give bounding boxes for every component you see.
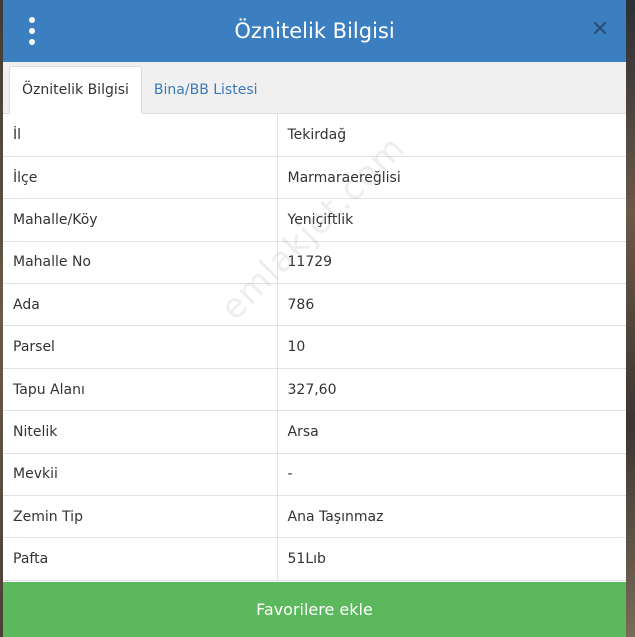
row-value: Marmaraereğlisi: [277, 156, 626, 200]
row-value: 786: [277, 283, 626, 327]
tab-bar: Öznitelik Bilgisi Bina/BB Listesi: [3, 62, 626, 114]
row-value: -: [277, 453, 626, 497]
table-row: Mahalle No 11729: [3, 241, 626, 285]
row-value: Tekirdağ: [277, 114, 626, 157]
row-key: Tapu Alanı: [3, 368, 278, 412]
row-key: Mahalle/Köy: [3, 198, 278, 242]
row-key: Parsel: [3, 325, 278, 369]
background-right-edge: [625, 0, 635, 637]
row-key: Mahalle No: [3, 241, 278, 285]
row-value: Yeniçiftlik: [277, 198, 626, 242]
table-row: Mahalle/Köy Yeniçiftlik: [3, 198, 626, 242]
close-icon[interactable]: ✕: [588, 18, 612, 42]
table-row: Parsel 10: [3, 325, 626, 369]
row-key: Zemin Tip: [3, 495, 278, 539]
row-key: İlçe: [3, 156, 278, 200]
row-key: Nitelik: [3, 410, 278, 454]
modal-header: Öznitelik Bilgisi ✕: [3, 0, 626, 62]
tab-building-list[interactable]: Bina/BB Listesi: [142, 66, 270, 113]
table-row: Tapu Alanı 327,60: [3, 368, 626, 412]
tab-attribute-info[interactable]: Öznitelik Bilgisi: [9, 66, 142, 114]
table-row: İl Tekirdağ: [3, 114, 626, 157]
row-key: İl: [3, 114, 278, 157]
table-row: Mevkii -: [3, 453, 626, 497]
table-row: İlçe Marmaraereğlisi: [3, 156, 626, 200]
attribute-info-modal: Öznitelik Bilgisi ✕ Öznitelik Bilgisi Bi…: [3, 0, 626, 637]
table-row: Pafta 51Lıb: [3, 537, 626, 581]
modal-title: Öznitelik Bilgisi: [234, 19, 395, 43]
row-value: Ana Taşınmaz: [277, 495, 626, 539]
add-to-favorites-button[interactable]: Favorilere ekle: [3, 582, 626, 637]
row-value: 11729: [277, 241, 626, 285]
table-row: Zemin Tip Ana Taşınmaz: [3, 495, 626, 539]
vertical-ellipsis-icon[interactable]: [25, 17, 39, 45]
row-key: Mevkii: [3, 453, 278, 497]
row-key: Pafta: [3, 537, 278, 581]
row-value: 10: [277, 325, 626, 369]
row-value: 327,60: [277, 368, 626, 412]
row-value: Arsa: [277, 410, 626, 454]
table-row: Ada 786: [3, 283, 626, 327]
row-value: 51Lıb: [277, 537, 626, 581]
table-row: Nitelik Arsa: [3, 410, 626, 454]
row-key: Ada: [3, 283, 278, 327]
attribute-table: İl Tekirdağ İlçe Marmaraereğlisi Mahalle…: [3, 114, 626, 581]
